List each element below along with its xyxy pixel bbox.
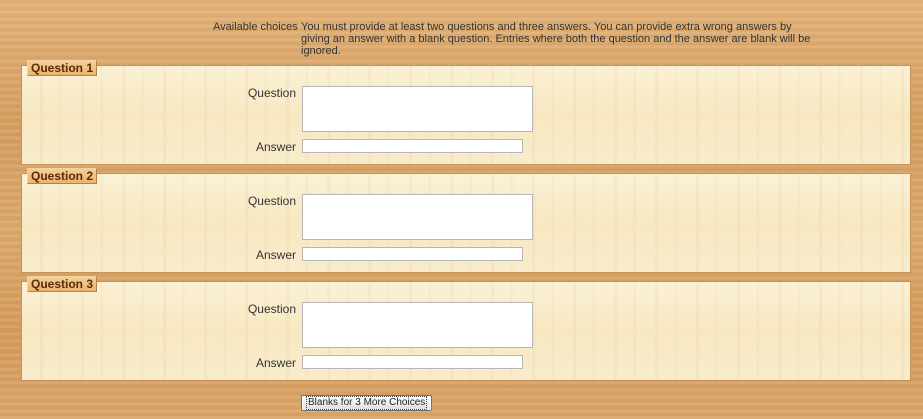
question-3-answer-label: Answer (255, 356, 296, 370)
question-3-legend[interactable]: Question 3 (27, 276, 98, 292)
question-1-legend[interactable]: Question 1 (27, 60, 98, 76)
question-2-answer-label: Answer (255, 248, 296, 262)
question-1-question-textarea[interactable] (302, 86, 533, 132)
question-1-question-label: Question (247, 86, 296, 100)
question-2-answer-input[interactable] (302, 247, 523, 261)
question-1-answer-label: Answer (255, 140, 296, 154)
question-3-question-textarea[interactable] (302, 302, 533, 348)
question-2-question-textarea[interactable] (302, 194, 533, 240)
instructions-text: You must provide at least two questions … (301, 21, 811, 57)
blanks-button-label: Blanks for 3 More Choices (306, 396, 428, 410)
available-choices-label: Available choices (213, 21, 298, 33)
question-3-question-label: Question (247, 302, 296, 316)
question-3-answer-input[interactable] (302, 355, 523, 369)
question-3-fieldset: Question 3 Question Answer (21, 276, 911, 381)
question-2-legend[interactable]: Question 2 (27, 168, 98, 184)
question-1-fieldset: Question 1 Question Answer (21, 60, 911, 165)
question-2-question-label: Question (247, 194, 296, 208)
question-2-fieldset: Question 2 Question Answer (21, 168, 911, 273)
blanks-for-more-choices-button[interactable]: Blanks for 3 More Choices (301, 395, 433, 411)
question-1-answer-input[interactable] (302, 139, 523, 153)
